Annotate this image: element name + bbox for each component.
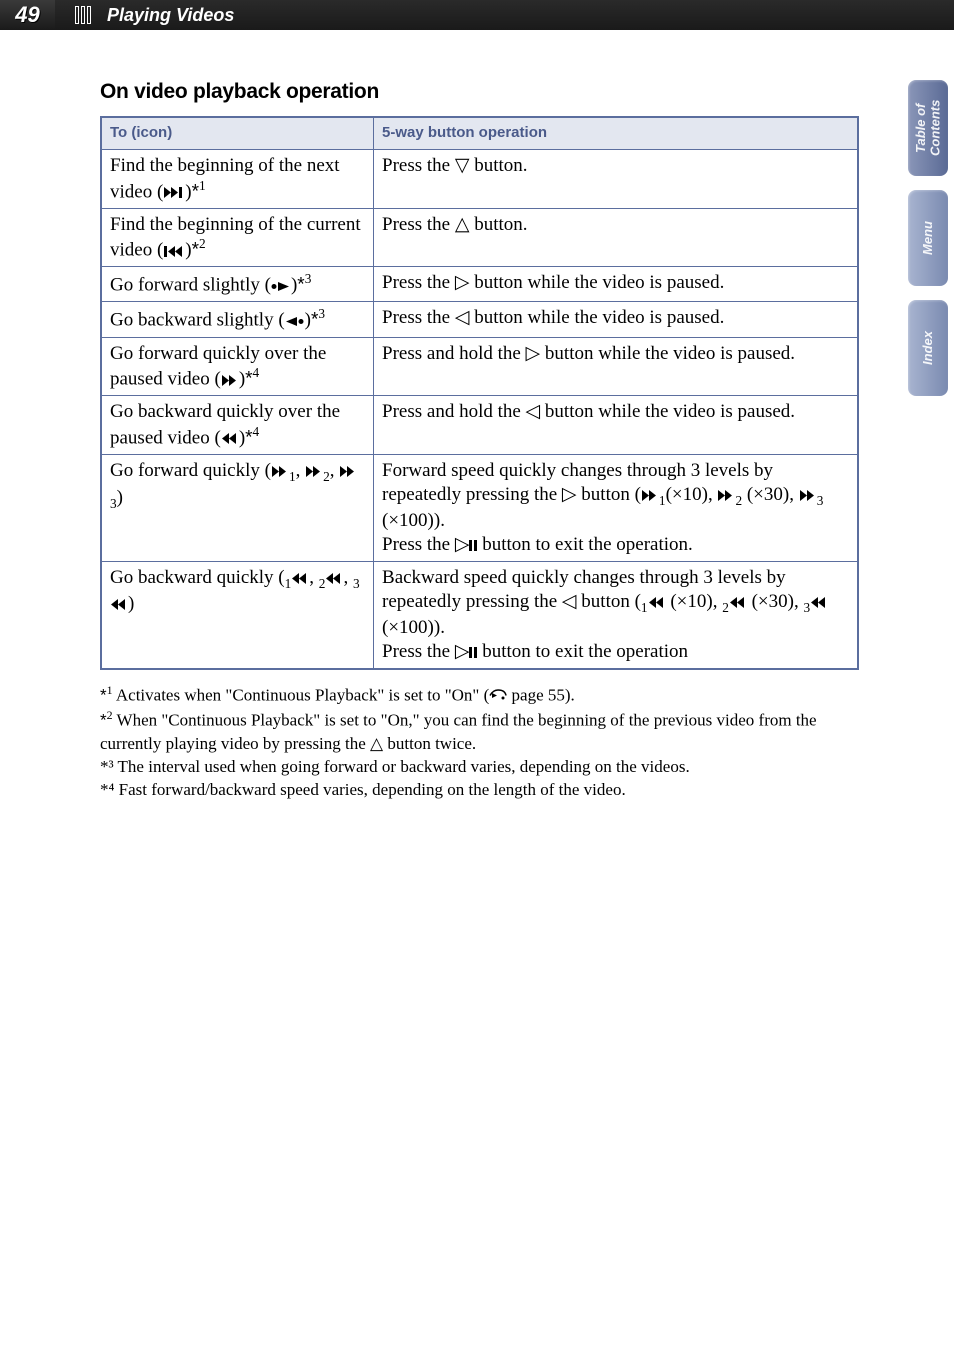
cell-to: Go forward quickly over the paused video…: [101, 337, 374, 396]
footnotes: *1 Activates when "Continuous Playback" …: [100, 682, 859, 802]
footnote: *⁴ Fast forward/backward speed varies, d…: [100, 779, 859, 802]
cell-op: Press the △ button.: [374, 208, 858, 267]
footnote: *1 Activates when "Continuous Playback" …: [100, 682, 859, 708]
cell-op: Press and hold the ◁ button while the vi…: [374, 396, 858, 455]
table-row: Find the beginning of the next video ()*…: [101, 149, 858, 208]
cell-to: Go backward quickly over the paused vide…: [101, 396, 374, 455]
section-title: Playing Videos: [107, 5, 234, 26]
cell-to: Go forward slightly ()*3: [101, 267, 374, 302]
footnote: *³ The interval used when going forward …: [100, 756, 859, 779]
cell-op: Press the ▽ button.: [374, 149, 858, 208]
table-row: Go forward quickly (1, 2, 3) Forward spe…: [101, 455, 858, 562]
footnote: *2 When "Continuous Playback" is set to …: [100, 707, 859, 756]
col-header-op: 5-way button operation: [374, 117, 858, 149]
page-content: On video playback operation To (icon) 5-…: [0, 30, 954, 802]
table-row: Find the beginning of the current video …: [101, 208, 858, 267]
playback-operations-table: To (icon) 5-way button operation Find th…: [100, 116, 859, 670]
cell-to: Find the beginning of the next video ()*…: [101, 149, 374, 208]
table-row: Go backward slightly ()*3 Press the ◁ bu…: [101, 302, 858, 337]
cell-op: Press the ▷ button while the video is pa…: [374, 267, 858, 302]
table-row: Go forward quickly over the paused video…: [101, 337, 858, 396]
cell-to: Go forward quickly (1, 2, 3): [101, 455, 374, 562]
cell-op: Forward speed quickly changes through 3 …: [374, 455, 858, 562]
cell-to: Find the beginning of the current video …: [101, 208, 374, 267]
col-header-to: To (icon): [101, 117, 374, 149]
video-section-icon: [75, 6, 95, 24]
cell-op: Press the ◁ button while the video is pa…: [374, 302, 858, 337]
table-row: Go forward slightly ()*3 Press the ▷ but…: [101, 267, 858, 302]
subheading: On video playback operation: [100, 80, 859, 104]
cell-op: Press and hold the ▷ button while the vi…: [374, 337, 858, 396]
cell-op: Backward speed quickly changes through 3…: [374, 561, 858, 668]
cell-to: Go backward slightly ()*3: [101, 302, 374, 337]
cell-to: Go backward quickly (1, 2, 3): [101, 561, 374, 668]
page-number: 49: [0, 0, 55, 30]
page-header: 49 Playing Videos: [0, 0, 954, 30]
table-row: Go backward quickly (1, 2, 3) Backward s…: [101, 561, 858, 668]
table-row: Go backward quickly over the paused vide…: [101, 396, 858, 455]
